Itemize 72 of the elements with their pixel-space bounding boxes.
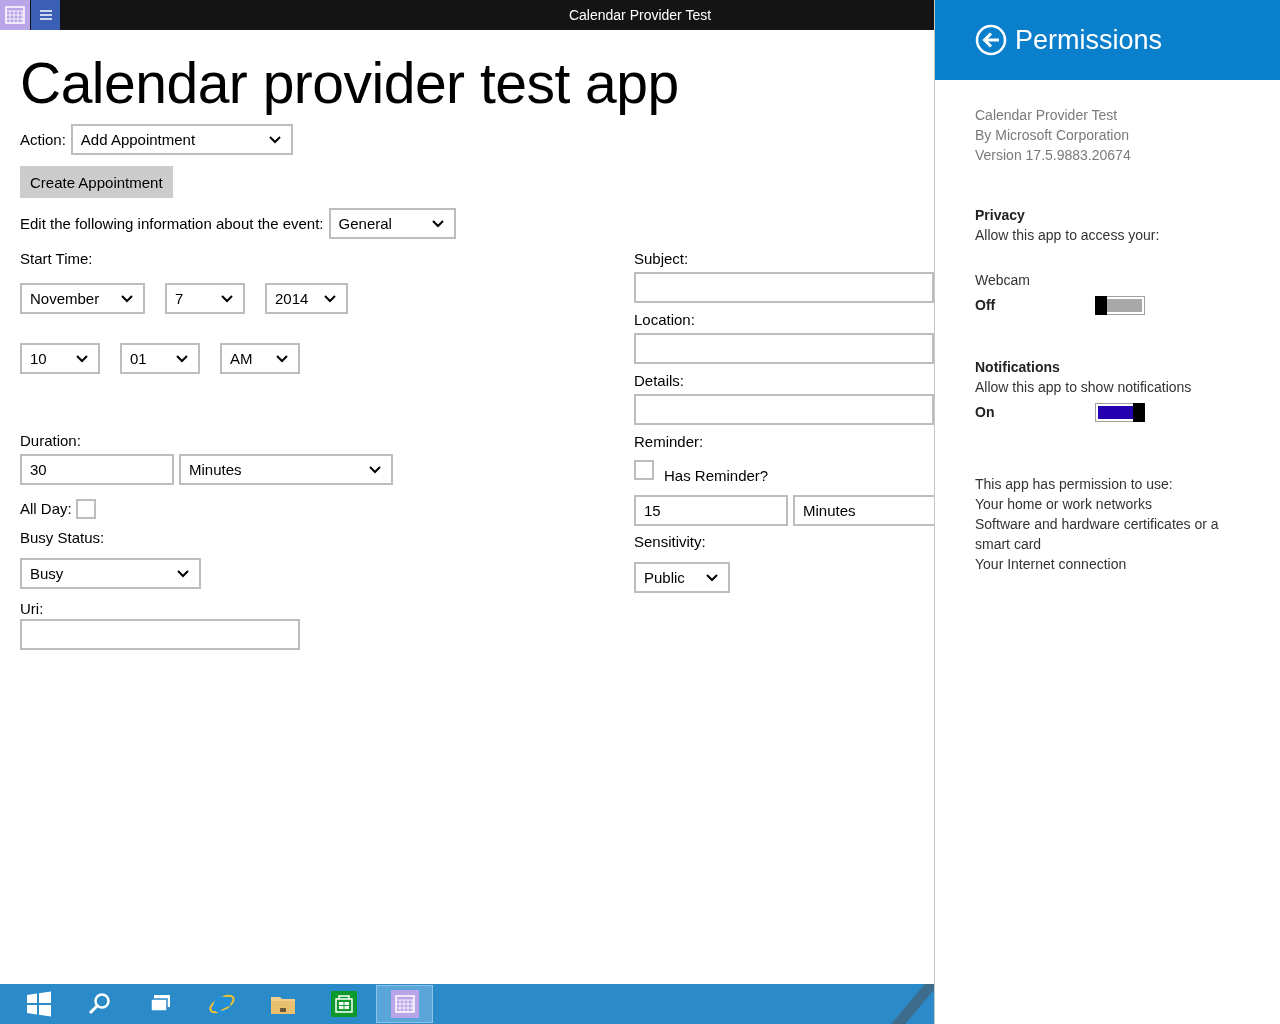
- field-label: Location:: [634, 310, 696, 330]
- app-info-text: Calendar Provider Test: [975, 106, 1119, 125]
- checkbox[interactable]: [634, 460, 654, 480]
- toggle-label: Webcam: [975, 271, 1031, 290]
- chevron-down-icon: [369, 465, 381, 474]
- toggle-switch[interactable]: [1095, 295, 1145, 315]
- chevron-down-icon: [706, 573, 718, 582]
- dropdown[interactable]: Minutes: [793, 495, 934, 526]
- input-field[interactable]: 15: [634, 495, 788, 526]
- field-label: Busy Status:: [20, 528, 106, 548]
- shopping-bag-icon: [329, 990, 358, 1018]
- dropdown[interactable]: 7: [165, 283, 245, 314]
- taskbar-button[interactable]: [376, 985, 433, 1023]
- calendar-icon: [390, 990, 419, 1018]
- chevron-down-icon: [221, 294, 233, 303]
- dropdown[interactable]: Minutes: [179, 454, 393, 485]
- chevron-down-icon: [431, 219, 444, 228]
- chevron-down-icon: [176, 354, 188, 363]
- input-field[interactable]: [634, 333, 934, 364]
- section-heading: Notifications: [975, 358, 1061, 377]
- dropdown[interactable]: 10: [20, 343, 100, 374]
- chevron-down-icon: [276, 354, 288, 363]
- dropdown[interactable]: 2014: [265, 283, 348, 314]
- toggle-state: Off: [975, 296, 997, 315]
- menu-button[interactable]: [31, 0, 60, 30]
- field-label: Action:: [20, 131, 66, 148]
- section-heading: Privacy: [975, 206, 1026, 225]
- page-heading: Calendar provider test app: [20, 52, 680, 114]
- toggle-state: On: [975, 403, 996, 422]
- menu-icon: [39, 10, 52, 20]
- field-label: Subject:: [634, 249, 690, 269]
- field-label: Reminder:: [634, 432, 705, 452]
- input-field[interactable]: 30: [20, 454, 174, 485]
- permission-item: Software and hardware certificates or a smart card: [975, 515, 1220, 554]
- dropdown[interactable]: November: [20, 283, 145, 314]
- input-field[interactable]: [634, 394, 934, 425]
- toggle-switch[interactable]: [1095, 402, 1145, 422]
- windows-logo-icon: [24, 990, 53, 1018]
- section-text: Allow this app to access your:: [975, 226, 1161, 245]
- field-label: All Day:: [20, 499, 72, 519]
- checkbox[interactable]: [75, 499, 96, 519]
- chevron-down-icon: [121, 294, 133, 303]
- dropdown[interactable]: Busy: [20, 558, 201, 589]
- section-text: Allow this app to show notifications: [975, 378, 1193, 397]
- dropdown[interactable]: 01: [120, 343, 200, 374]
- chevron-down-icon: [177, 569, 189, 578]
- field-label: Sensitivity:: [634, 532, 707, 552]
- field-label: Details:: [634, 371, 686, 391]
- app-info-text: Version 17.5.9883.20674: [975, 146, 1132, 165]
- permission-item: Your home or work networks: [975, 495, 1153, 514]
- dropdown[interactable]: General: [328, 208, 456, 239]
- input-field[interactable]: [634, 272, 934, 303]
- dropdown[interactable]: Public: [634, 562, 730, 593]
- permission-item: Your Internet connection: [975, 555, 1128, 574]
- checkbox-label: Has Reminder?: [664, 467, 769, 484]
- chevron-down-icon: [268, 135, 281, 144]
- taskbar-stripe: [891, 984, 934, 1024]
- window-title: Calendar Provider Test: [568, 7, 712, 23]
- section-heading: This app has permission to use:: [975, 475, 1174, 494]
- panel-title: Permissions: [1015, 24, 1163, 56]
- create-appointment-button[interactable]: Create Appointment: [20, 166, 173, 198]
- field-label: Edit the following information about the event:: [20, 215, 324, 232]
- app-info-text: By Microsoft Corporation: [975, 126, 1131, 145]
- field-label: Start Time:: [20, 249, 94, 269]
- input-field[interactable]: [20, 619, 300, 650]
- field-label: Uri:: [20, 599, 45, 619]
- field-label: Duration:: [20, 431, 82, 451]
- chevron-down-icon: [76, 354, 88, 363]
- dropdown[interactable]: AM: [220, 343, 300, 374]
- dropdown[interactable]: Add Appointment: [70, 124, 293, 155]
- chevron-down-icon: [324, 294, 336, 303]
- back-button[interactable]: [975, 24, 1007, 56]
